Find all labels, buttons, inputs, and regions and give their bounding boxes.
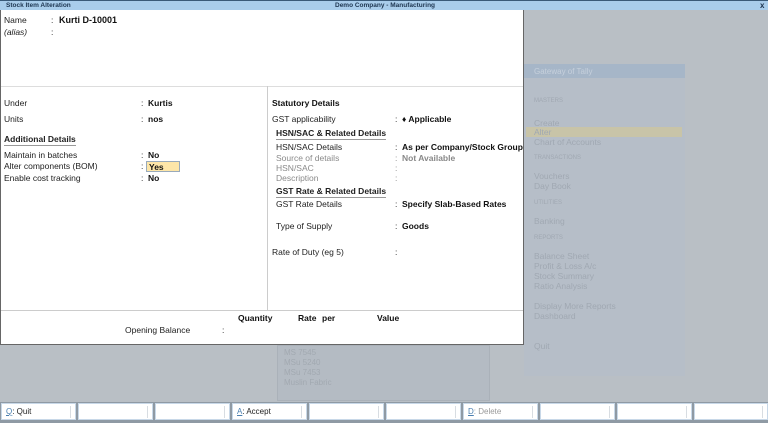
batches-label: Maintain in batches — [4, 150, 78, 160]
per-header: per — [322, 313, 336, 323]
source-field: Not Available — [402, 153, 456, 163]
accept-button[interactable]: A: Accept — [232, 403, 307, 420]
value-header: Value — [377, 313, 400, 323]
button-bar: Q: Quit A: Accept D: Delete — [0, 402, 768, 423]
gateway-item[interactable]: Chart of Accounts — [534, 137, 601, 147]
stock-item-form: Name : Kurti D-10001 (alias) : Under : K… — [0, 10, 524, 345]
rate-header: Rate — [298, 313, 317, 323]
list-item: Muslin Fabric — [284, 378, 332, 387]
quantity-header: Quantity — [238, 313, 273, 323]
gateway-section: MASTERS — [534, 98, 564, 104]
under-field[interactable]: Kurtis — [148, 98, 173, 108]
divider — [1, 310, 523, 311]
colon: : — [395, 173, 398, 183]
gateway-item[interactable]: Stock Summary — [534, 271, 594, 281]
hsn-details-field[interactable]: As per Company/Stock Group — [402, 142, 523, 152]
gateway-item[interactable]: Banking — [534, 216, 565, 226]
gateway-section: TRANSACTIONS — [534, 155, 582, 161]
colon: : — [395, 221, 398, 231]
description-label: Description — [276, 173, 319, 183]
supply-type-field[interactable]: Goods — [402, 221, 429, 231]
button-label: : Quit — [12, 407, 32, 416]
colon: : — [395, 247, 398, 257]
company-name: Demo Company - Manufacturing — [335, 2, 436, 9]
gateway-section: UTILITIES — [534, 200, 563, 206]
duty-rate-label: Rate of Duty (eg 5) — [272, 247, 344, 257]
blank-button[interactable] — [694, 403, 768, 420]
cost-tracking-label: Enable cost tracking — [4, 173, 81, 183]
gateway-item[interactable]: Vouchers — [534, 171, 569, 181]
opening-balance-label: Opening Balance — [125, 325, 191, 335]
close-icon[interactable]: x — [760, 1, 764, 10]
title-bar: Stock Item Alteration Demo Company - Man… — [0, 0, 768, 10]
source-label: Source of details — [276, 153, 340, 163]
units-field[interactable]: nos — [148, 114, 163, 124]
gateway-item[interactable]: Dashboard — [534, 311, 576, 321]
gateway-item[interactable]: Profit & Loss A/c — [534, 261, 596, 271]
gst-rate-header: GST Rate & Related Details — [276, 186, 387, 198]
hsn-details-label: HSN/SAC Details — [276, 142, 343, 152]
hsn-label: HSN/SAC — [276, 163, 314, 173]
list-item: MS 7545 — [284, 348, 317, 357]
batches-field[interactable]: No — [148, 150, 159, 160]
list-item: MSu 5240 — [284, 358, 321, 367]
colon: : — [141, 161, 144, 171]
button-label: : Delete — [473, 407, 502, 416]
gateway-section: REPORTS — [534, 235, 563, 241]
colon: : — [141, 114, 144, 124]
colon: : — [222, 325, 225, 335]
colon: : — [395, 163, 398, 173]
gateway-item[interactable]: Balance Sheet — [534, 251, 589, 261]
gateway-item-selected[interactable]: Alter — [526, 127, 682, 137]
colon: : — [141, 173, 144, 183]
cost-tracking-field[interactable]: No — [148, 173, 159, 183]
screen-title: Stock Item Alteration — [6, 2, 71, 9]
additional-details-header: Additional Details — [4, 134, 76, 146]
list-item: MSu 7453 — [284, 368, 321, 377]
colon: : — [395, 114, 398, 124]
bom-field[interactable]: Yes — [146, 161, 180, 172]
button-label: : Accept — [242, 407, 271, 416]
blank-button[interactable] — [386, 403, 461, 420]
blank-button[interactable] — [309, 403, 384, 420]
bom-label: Alter components (BOM) — [4, 161, 98, 171]
gateway-item[interactable]: Day Book — [534, 181, 571, 191]
supply-type-label: Type of Supply — [276, 221, 333, 231]
gateway-item[interactable]: Display More Reports — [534, 301, 616, 311]
blank-button[interactable] — [78, 403, 153, 420]
colon: : — [141, 98, 144, 108]
gst-rate-field[interactable]: Specify Slab-Based Rates — [402, 199, 506, 209]
gateway-of-tally-panel: Gateway of Tally MASTERS Create Alter Ch… — [524, 64, 685, 376]
colon: : — [51, 15, 54, 25]
alias-label: (alias) — [4, 27, 28, 37]
name-field[interactable]: Kurti D-10001 — [59, 15, 117, 25]
statutory-header: Statutory Details — [272, 98, 340, 108]
divider — [1, 86, 523, 87]
colon: : — [395, 153, 398, 163]
gst-applicability-field[interactable]: ♦ Applicable — [402, 114, 451, 124]
colon: : — [395, 142, 398, 152]
blank-button[interactable] — [617, 403, 692, 420]
colon: : — [51, 27, 54, 37]
gst-rate-label: GST Rate Details — [276, 199, 342, 209]
blank-button[interactable] — [155, 403, 230, 420]
gateway-title: Gateway of Tally — [524, 64, 685, 78]
gateway-item[interactable]: Quit — [534, 341, 550, 351]
background-stock-list: MS 7545 MSu 5240 MSu 7453 Muslin Fabric — [277, 345, 490, 401]
hsn-header: HSN/SAC & Related Details — [276, 128, 387, 140]
under-label: Under — [4, 98, 28, 108]
units-label: Units — [4, 114, 24, 124]
divider — [267, 86, 268, 310]
quit-button[interactable]: Q: Quit — [1, 403, 76, 420]
colon: : — [395, 199, 398, 209]
gst-applicability-label: GST applicability — [272, 114, 336, 124]
gateway-item[interactable]: Ratio Analysis — [534, 281, 587, 291]
name-label: Name — [4, 15, 27, 25]
blank-button[interactable] — [540, 403, 615, 420]
colon: : — [141, 150, 144, 160]
delete-button[interactable]: D: Delete — [463, 403, 538, 420]
